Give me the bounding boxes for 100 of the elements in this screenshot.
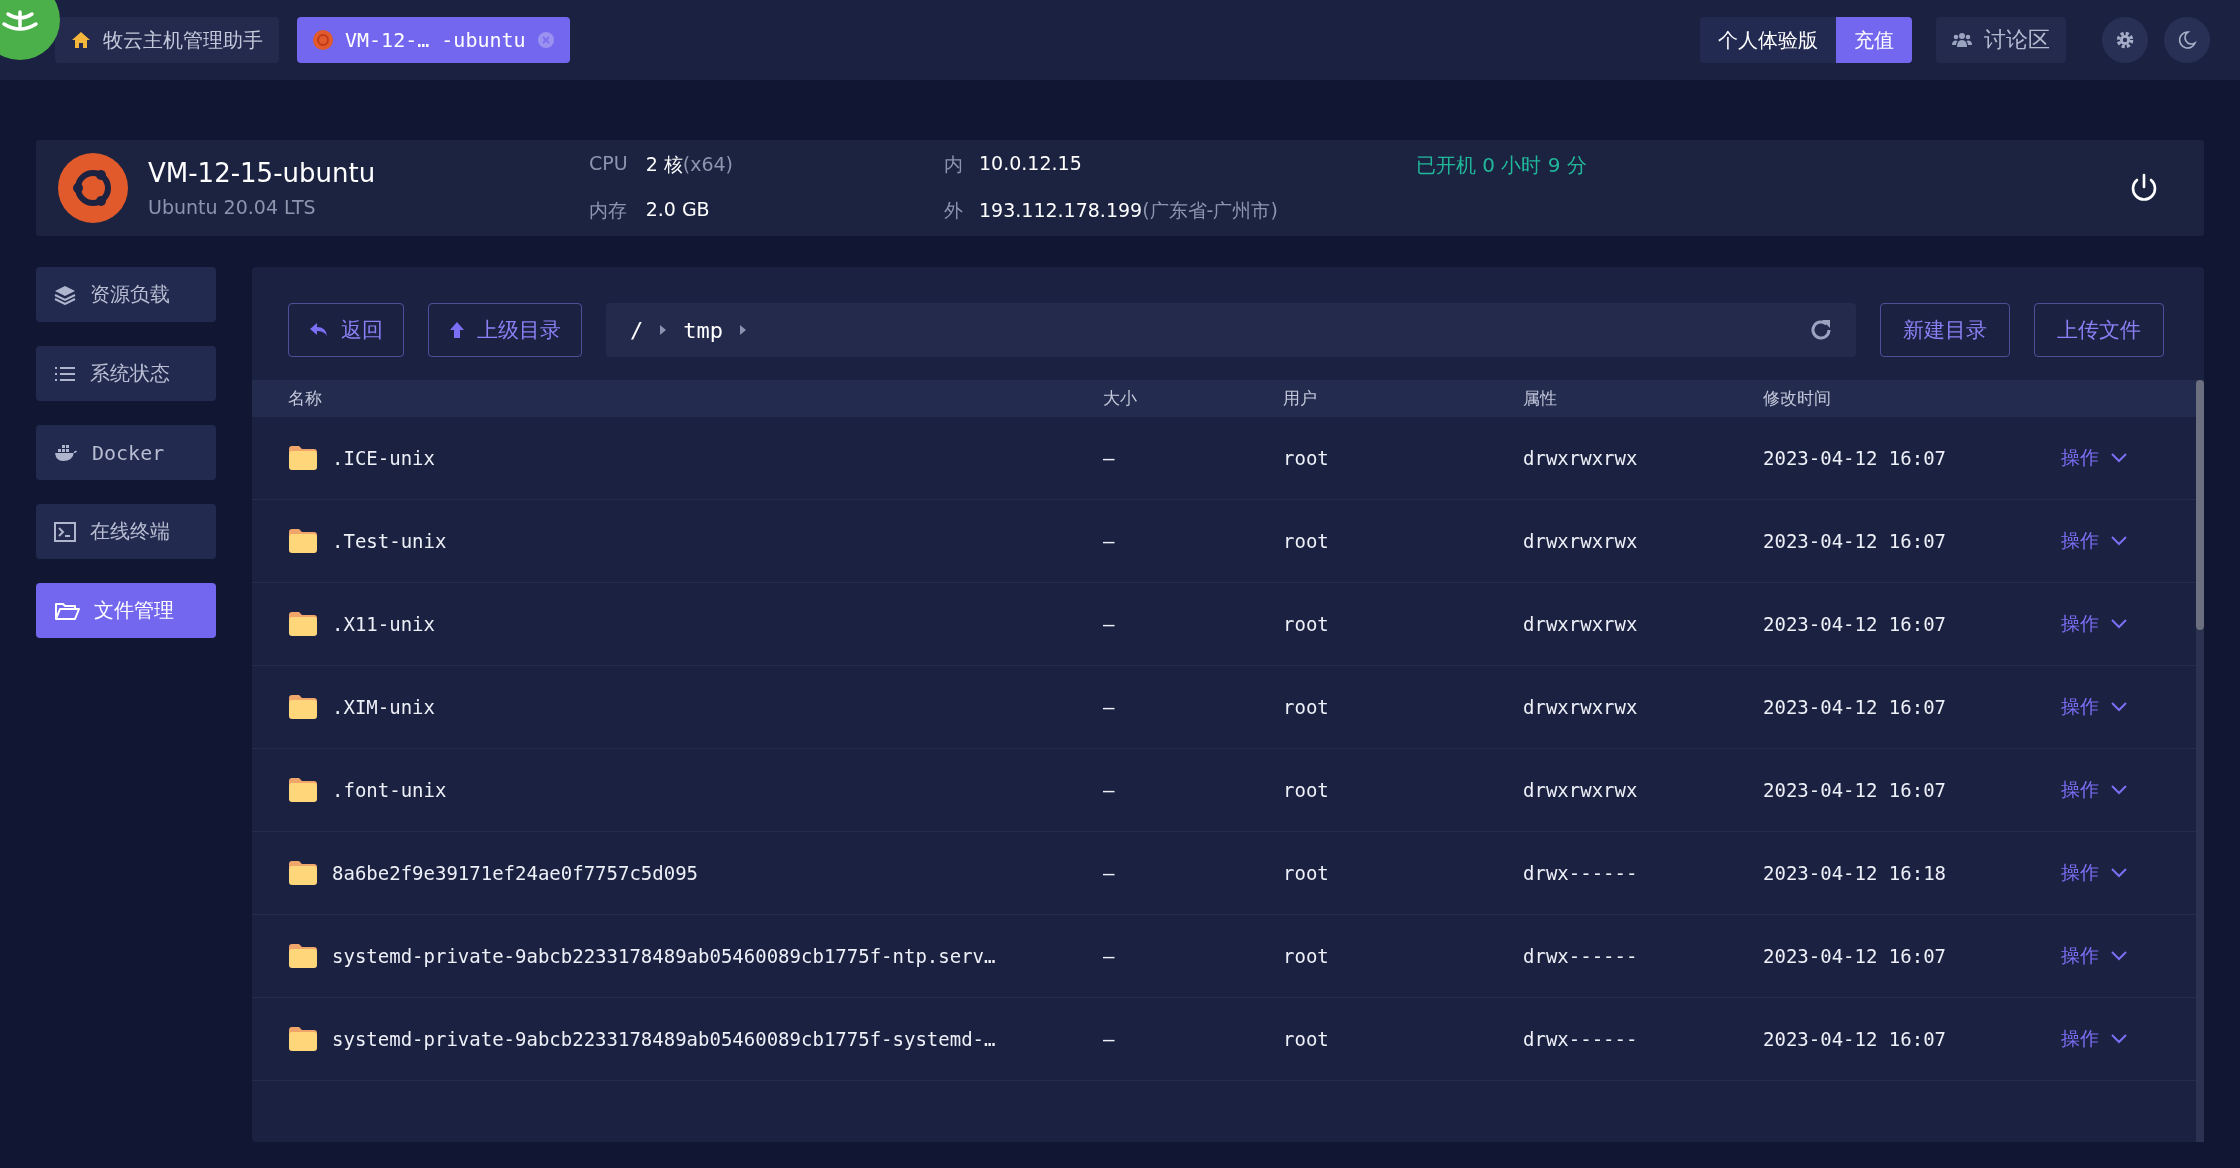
uptime-text: 已开机 0 小时 9 分 (1416, 153, 1587, 177)
actions-dropdown[interactable]: 操作 (2061, 943, 2196, 969)
file-name[interactable]: .font-unix (332, 779, 447, 801)
actions-dropdown[interactable]: 操作 (2061, 445, 2196, 471)
table-cell-text: 2023-04-12 16:07 (1763, 530, 1948, 552)
actions-dropdown[interactable]: 操作 (2061, 1026, 2196, 1052)
actions-dropdown[interactable]: 操作 (2061, 777, 2196, 803)
ip-address: 10.0.12.15 (979, 152, 1083, 176)
table-cell-text: 2023-04-12 16:07 (1763, 779, 1948, 801)
scrollbar[interactable] (2196, 380, 2204, 1142)
table-cell-text: 2023-04-12 16:07 (1763, 945, 1948, 967)
settings-button[interactable] (2102, 17, 2148, 63)
app-tab[interactable]: 牧云主机管理助手 (55, 17, 279, 63)
actions-dropdown[interactable]: 操作 (2061, 860, 2196, 886)
folder-icon (288, 694, 318, 720)
column-header: 用户 (1283, 387, 1318, 410)
ubuntu-logo-icon (58, 153, 128, 223)
table-cell-text: drwxrwxrwx (1523, 779, 1639, 801)
forum-button[interactable]: 讨论区 (1936, 17, 2066, 63)
table-cell-text: root (1283, 1028, 1330, 1050)
table-cell-text: – (1103, 945, 1116, 967)
table-cell-text: – (1103, 1028, 1116, 1050)
table-cell-text: – (1103, 613, 1116, 635)
chevron-down-icon (2111, 536, 2127, 546)
table-cell-text: root (1283, 696, 1330, 718)
theme-toggle-button[interactable] (2164, 17, 2210, 63)
column-header: 名称 (288, 387, 323, 410)
os-version: Ubuntu 20.04 LTS (148, 196, 317, 218)
table-cell-text: root (1283, 447, 1330, 469)
sidebar-item[interactable]: 在线终端 (36, 504, 216, 559)
file-name[interactable]: .X11-unix (332, 613, 435, 635)
spec-label: CPU (589, 152, 628, 176)
sidebar-item[interactable]: 文件管理 (36, 583, 216, 638)
folder-icon (54, 600, 80, 621)
column-header: 大小 (1103, 387, 1138, 410)
table-cell-text: drwxrwxrwx (1523, 613, 1639, 635)
terminal-icon (54, 521, 76, 542)
table-cell-text: – (1103, 779, 1116, 801)
gear-icon (2115, 30, 2135, 50)
table-cell-text: root (1283, 613, 1330, 635)
table-cell-text: – (1103, 447, 1116, 469)
list-icon (54, 365, 76, 382)
table-cell-text: 2023-04-12 16:07 (1763, 1028, 1948, 1050)
spec-value: 2 核(x64) (645, 152, 734, 177)
file-name[interactable]: .Test-unix (332, 530, 447, 552)
caret-icon (739, 324, 747, 336)
path-segment[interactable]: / (630, 317, 644, 343)
file-name[interactable]: systemd-private-9abcb2233178489ab05460089cb1775f-systemd-… (332, 1028, 996, 1050)
folder-icon (288, 943, 318, 969)
file-name[interactable]: 8a6be2f9e39171ef24ae0f7757c5d095 (332, 862, 699, 884)
column-header: 属性 (1523, 387, 1558, 410)
actions-dropdown[interactable]: 操作 (2061, 694, 2196, 720)
actions-dropdown[interactable]: 操作 (2061, 528, 2196, 554)
home-icon (71, 30, 91, 50)
table-cell-text: 2023-04-12 16:07 (1763, 613, 1948, 635)
file-name[interactable]: .ICE-unix (332, 447, 435, 469)
spec-value: 2.0 GB (645, 198, 711, 222)
file-name[interactable]: .XIM-unix (332, 696, 435, 718)
new-folder-button[interactable]: 新建目录 (1880, 303, 2010, 357)
up-arrow-icon (449, 321, 465, 339)
ip-address: 193.112.178.199(广东省-广州市) (979, 198, 1278, 223)
parent-folder-button[interactable]: 上级目录 (428, 303, 582, 357)
table-cell-text: – (1103, 862, 1116, 884)
table-cell-text: drwxrwxrwx (1523, 447, 1639, 469)
table-cell-text: – (1103, 530, 1116, 552)
layers-icon (54, 284, 76, 305)
chevron-down-icon (2111, 619, 2127, 629)
back-button[interactable]: 返回 (288, 303, 404, 357)
folder-icon (288, 528, 318, 554)
upload-button[interactable]: 上传文件 (2034, 303, 2164, 357)
tab-label: VM-12-… -ubuntu (345, 28, 526, 52)
chevron-down-icon (2111, 868, 2127, 878)
chevron-down-icon (2111, 453, 2127, 463)
spec-label: 内存 (589, 198, 628, 223)
table-cell-text: root (1283, 530, 1330, 552)
table-cell-text: drwxrwxrwx (1523, 696, 1639, 718)
app-tab[interactable]: VM-12-… -ubuntu (297, 17, 570, 63)
path-segment[interactable]: tmp (683, 317, 723, 343)
sidebar-item[interactable]: Docker (36, 425, 216, 480)
caret-icon (659, 324, 668, 336)
plan-label: 个人体验版 (1700, 17, 1836, 63)
whale-icon (54, 443, 78, 462)
tab-label: 牧云主机管理助手 (103, 26, 263, 54)
table-cell-text: drwxrwxrwx (1523, 530, 1639, 552)
table-cell-text: 2023-04-12 16:07 (1763, 447, 1948, 469)
table-cell-text: 2023-04-12 16:07 (1763, 696, 1948, 718)
file-name[interactable]: systemd-private-9abcb2233178489ab05460089cb1775f-ntp.serv… (332, 945, 996, 967)
sidebar-item[interactable]: 系统状态 (36, 346, 216, 401)
folder-icon (288, 777, 318, 803)
moon-icon (2177, 30, 2197, 50)
back-arrow-icon (309, 322, 329, 338)
chevron-down-icon (2111, 951, 2127, 961)
recharge-button[interactable]: 充值 (1836, 17, 1912, 63)
people-icon (1952, 32, 1972, 48)
chevron-down-icon (2111, 702, 2127, 712)
sidebar-item[interactable]: 资源负载 (36, 267, 216, 322)
actions-dropdown[interactable]: 操作 (2061, 611, 2196, 637)
table-cell-text: drwx------ (1523, 1028, 1639, 1050)
table-cell-text: – (1103, 696, 1116, 718)
table-cell-text: drwx------ (1523, 945, 1639, 967)
